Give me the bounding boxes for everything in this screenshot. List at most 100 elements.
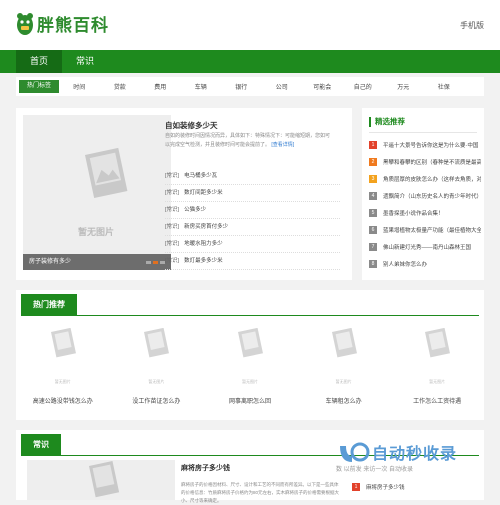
- title-bar: [369, 116, 371, 127]
- image-placeholder-icon: [425, 327, 451, 358]
- tag-link[interactable]: 公司: [262, 82, 303, 91]
- list-item[interactable]: 8 别人弟妹你怎么办: [369, 255, 481, 272]
- hot-thumbnail[interactable]: 暂无图片: [203, 327, 297, 388]
- header: 胖熊百科 手机版: [0, 0, 500, 50]
- mobile-version-link[interactable]: 手机版: [460, 20, 484, 31]
- site-logo[interactable]: 胖熊百科: [16, 11, 109, 36]
- image-placeholder-icon: [89, 461, 120, 498]
- common-article-title[interactable]: 麻将房子多少钱: [181, 463, 230, 473]
- hot-item[interactable]: 暂无图片高速公路没带钱怎么办: [16, 327, 110, 405]
- image-placeholder-icon: [144, 327, 170, 358]
- rank-number: 7: [369, 242, 377, 251]
- section-divider: [21, 315, 479, 316]
- rank-text[interactable]: 平遥十大景号告诉你这是为什么要·中国: [383, 141, 478, 149]
- hot-item[interactable]: 暂无图片工作怎么工资待遇: [390, 327, 484, 405]
- hot-thumbnail[interactable]: 暂无图片: [16, 327, 110, 388]
- no-image-text: 暂无图片: [241, 379, 258, 384]
- list-item[interactable]: 6 蓝果增植物太极量产功能（最佳植物大全）: [369, 221, 481, 238]
- tag-link[interactable]: 社保: [424, 82, 465, 91]
- hot-items: 暂无图片 高速公路没带钱怎么办 暂无图片 没工作苗证怎么办 暂无图片 网事离职怎么回 暂无图…: [16, 327, 484, 405]
- list-item[interactable]: [常识] 新房买房首付多少: [165, 219, 340, 236]
- item-tag: [常识]: [165, 207, 180, 213]
- featured-article-summary: 自如的装修时间因情况而异，具体如下：特殊情况下：可能缩短期，您如可以完成空气检测…: [165, 132, 330, 150]
- item-text[interactable]: 数灯最多多少米: [184, 254, 223, 268]
- hot-item-label[interactable]: 高速公路没带钱怎么办: [16, 396, 110, 405]
- rank-text[interactable]: 墨香探墨小说作品合集！: [383, 209, 444, 217]
- item-text[interactable]: 数灯间距多少米: [184, 186, 223, 200]
- list-item[interactable]: 3 角质层厚的皮肤怎么办（这样去角质，对肌: [369, 170, 481, 187]
- no-image-text: 暂无图片: [54, 379, 71, 384]
- hot-panel: 热门推荐 暂无图片 高速公路没带钱怎么办 暂无图片 没工作苗证怎么办 暂无图片 网事离职怎…: [16, 290, 484, 420]
- item-tag: [常识]: [165, 258, 180, 264]
- rank-text[interactable]: 黑攀和春攀的区别（春种是不流质是最高的: [383, 158, 481, 166]
- list-item[interactable]: 1 平遥十大景号告诉你这是为什么要·中国: [369, 136, 481, 153]
- divider: [369, 132, 477, 133]
- hot-section-title: 热门推荐: [21, 294, 77, 315]
- tag-link[interactable]: 银行: [221, 82, 262, 91]
- slide-dot[interactable]: [153, 261, 158, 264]
- main-nav: 首页 常识: [0, 50, 500, 73]
- tag-link[interactable]: 贷款: [100, 82, 141, 91]
- list-item[interactable]: 1 麻将房子多少钱: [352, 478, 477, 495]
- hot-item-label[interactable]: 工作怎么工资待遇: [390, 396, 484, 405]
- rank-number: 8: [369, 259, 377, 268]
- rank-number: 1: [369, 140, 377, 149]
- list-item[interactable]: [常识] 公猫多少: [165, 202, 340, 219]
- rank-text[interactable]: 佛山新建灯光秀——南丹山森林王国: [383, 243, 471, 251]
- item-text[interactable]: 公猫多少: [184, 203, 206, 217]
- item-text[interactable]: 新房买房首付多少: [184, 220, 228, 234]
- rank-text[interactable]: 别人弟妹你怎么办: [383, 260, 427, 268]
- rank-text[interactable]: 麻将房子多少钱: [366, 483, 405, 491]
- featured-slider[interactable]: 暂无图片 房子装修有多少: [23, 115, 171, 270]
- list-item[interactable]: [常识] 数灯最多多少米: [165, 253, 340, 270]
- rank-text[interactable]: 角质层厚的皮肤怎么办（这样去角质，对肌: [383, 175, 481, 183]
- summary-text: 自如的装修时间因情况而异，具体如下：特殊情况下：可能缩短期，您如可以完成空气检测…: [165, 133, 331, 148]
- recommend-title-text: 精选推荐: [375, 117, 405, 126]
- list-item[interactable]: [常识] 地暖水阻力多少: [165, 236, 340, 253]
- nav-item-home[interactable]: 首页: [16, 50, 62, 73]
- item-text[interactable]: 地暖水阻力多少: [184, 237, 223, 251]
- list-item[interactable]: [常识] 电马桶多少瓦: [165, 168, 340, 185]
- list-item[interactable]: 7 佛山新建灯光秀——南丹山森林王国: [369, 238, 481, 255]
- tag-link[interactable]: 时间: [59, 82, 100, 91]
- list-item[interactable]: 4 遗飘简介（山东历史名人的青少年时代）: [369, 187, 481, 204]
- tag-link[interactable]: 费用: [140, 82, 181, 91]
- hot-thumbnail[interactable]: 暂无图片: [110, 327, 204, 388]
- item-text[interactable]: 电马桶多少瓦: [184, 169, 217, 183]
- logo-text: 胖熊百科: [37, 16, 109, 35]
- hot-item-label[interactable]: 车辆租怎么办: [297, 396, 391, 405]
- hot-item-label[interactable]: 没工作苗证怎么办: [110, 396, 204, 405]
- hot-thumbnail[interactable]: 暂无图片: [390, 327, 484, 388]
- image-placeholder-icon: [23, 115, 171, 270]
- tag-link[interactable]: 自己的: [343, 82, 384, 91]
- tag-link[interactable]: 可能会: [302, 82, 343, 91]
- list-item[interactable]: 5 墨香探墨小说作品合集！: [369, 204, 481, 221]
- no-image-text: 暂无图片: [78, 227, 115, 237]
- list-item[interactable]: [常识] 数灯间距多少米: [165, 185, 340, 202]
- tag-link[interactable]: 万元: [383, 82, 424, 91]
- recommend-list: 1 平遥十大景号告诉你这是为什么要·中国 2 黑攀和春攀的区别（春种是不流质是最高的 3…: [369, 136, 481, 272]
- no-image-text: 暂无图片: [429, 379, 446, 384]
- no-image-text: 暂无图片: [335, 379, 352, 384]
- tag-link[interactable]: 车辆: [181, 82, 222, 91]
- common-thumbnail[interactable]: [27, 460, 175, 500]
- bear-logo-icon: [17, 12, 33, 35]
- hot-item[interactable]: 暂无图片车辆租怎么办: [297, 327, 391, 405]
- recommend-panel: 精选推荐 1 平遥十大景号告诉你这是为什么要·中国 2 黑攀和春攀的区别（春种是不流质…: [362, 108, 484, 280]
- featured-article-title[interactable]: 自如装修多少天: [165, 120, 218, 131]
- hot-item[interactable]: 暂无图片没工作苗证怎么办: [110, 327, 204, 405]
- watermark-logo-icon: [340, 442, 370, 462]
- rank-text[interactable]: 遗飘简介（山东历史名人的青少年时代）: [383, 192, 481, 200]
- question-list: [常识] 电马桶多少瓦 [常识] 数灯间距多少米 [常识] 公猫多少 [常识] 新房买房…: [165, 168, 340, 270]
- item-tag: [常识]: [165, 224, 180, 230]
- hot-thumbnail[interactable]: 暂无图片: [297, 327, 391, 388]
- slide-dot[interactable]: [146, 261, 151, 264]
- hot-item-label[interactable]: 网事离职怎么回: [203, 396, 297, 405]
- rank-text[interactable]: 蓝果增植物太极量产功能（最佳植物大全）: [383, 226, 481, 234]
- item-tag: [常识]: [165, 241, 180, 247]
- hot-item[interactable]: 暂无图片网事离职怎么回: [203, 327, 297, 405]
- nav-item-common[interactable]: 常识: [62, 50, 108, 73]
- list-item[interactable]: 2 黑攀和春攀的区别（春种是不流质是最高的: [369, 153, 481, 170]
- watermark-text: 自动秒收录: [372, 446, 458, 463]
- view-details-link[interactable]: [查看详情]: [271, 142, 294, 148]
